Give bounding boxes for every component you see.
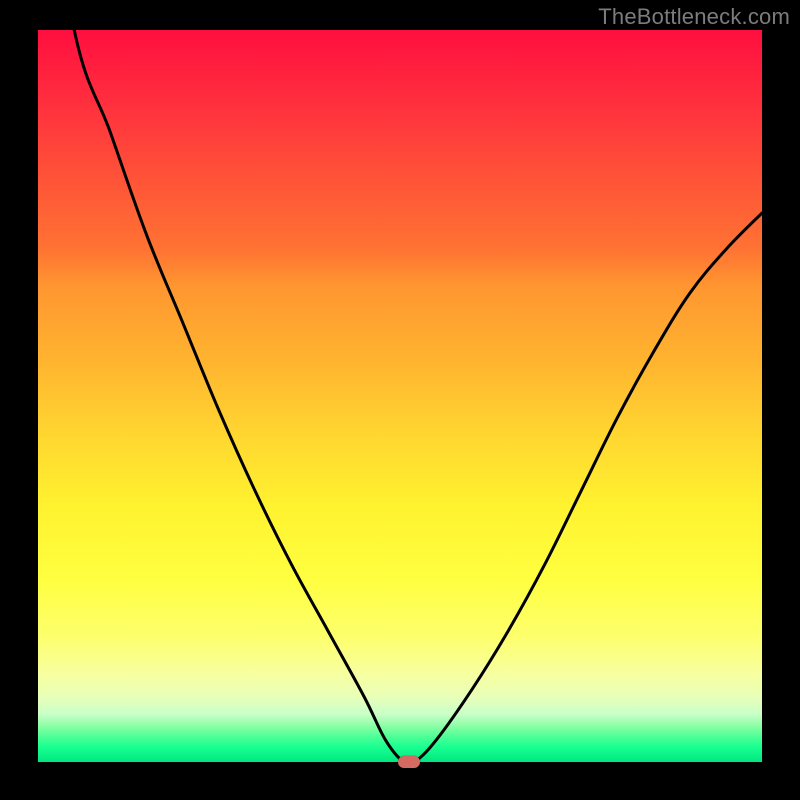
watermark-label: TheBottleneck.com — [598, 4, 790, 30]
bottleneck-curve — [38, 0, 762, 765]
curve-layer — [38, 30, 762, 762]
plot-area — [38, 30, 762, 762]
optimum-marker — [398, 756, 420, 768]
chart-frame: TheBottleneck.com — [0, 0, 800, 800]
